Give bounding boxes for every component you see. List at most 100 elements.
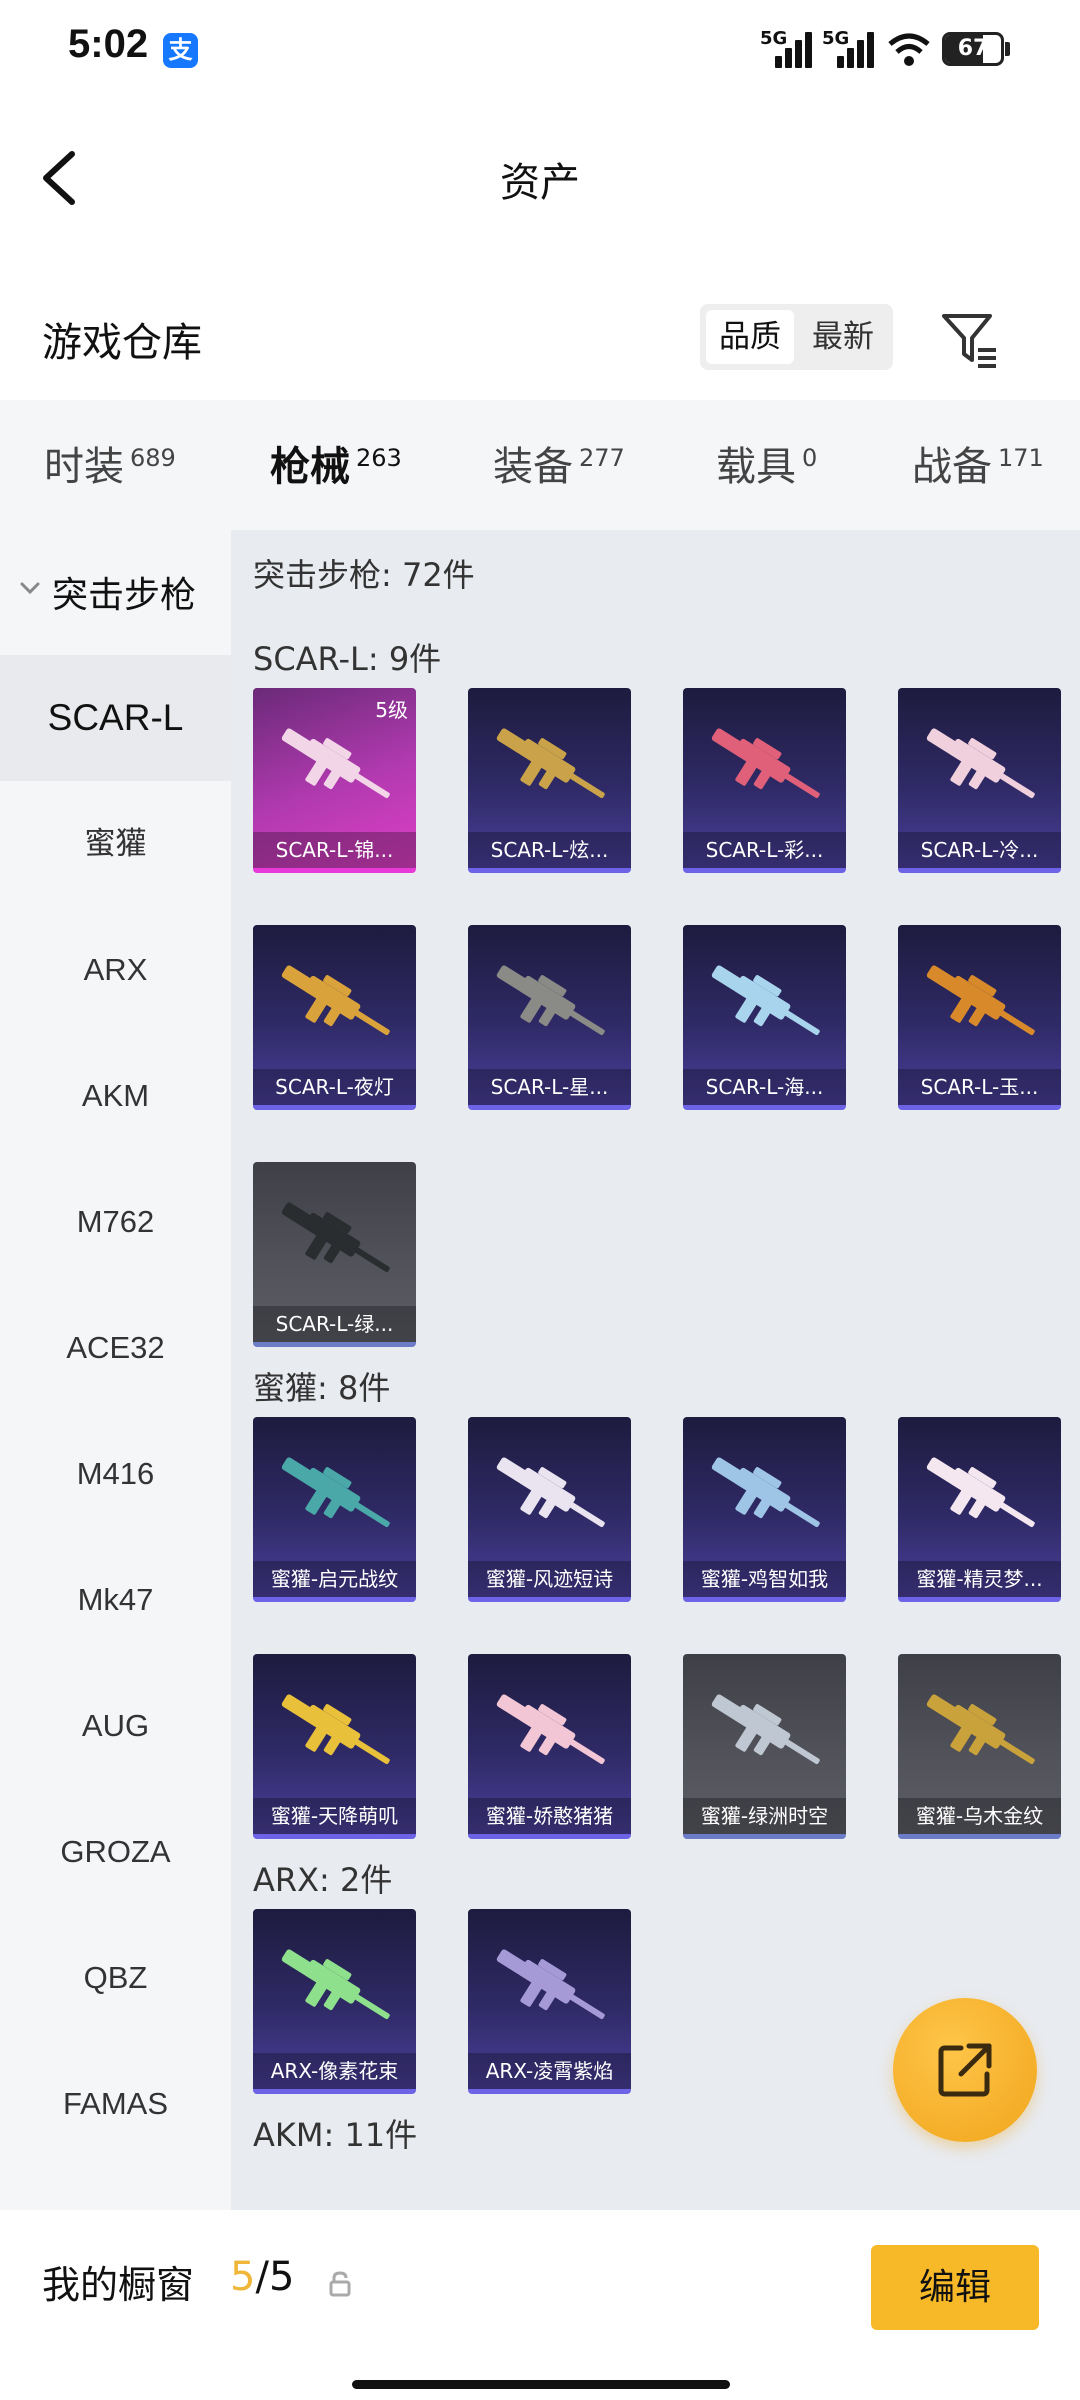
weapon-skin-icon — [926, 728, 1035, 799]
warehouse-header: 游戏仓库 品质 最新 — [0, 290, 1080, 390]
weapon-card[interactable]: 蜜獾-绿洲时空 — [683, 1654, 846, 1839]
weapon-skin-icon — [496, 1457, 605, 1528]
weapon-card[interactable]: SCAR-L-冷... — [898, 688, 1061, 873]
weapon-skin-icon — [281, 728, 390, 799]
weapon-card-label: 蜜獾-风迹短诗 — [468, 1561, 631, 1597]
weapon-skin-icon — [496, 728, 605, 799]
group-header: 蜜獾: 8件 — [253, 1369, 391, 1407]
sidebar-item[interactable]: QBZ — [0, 1915, 231, 2041]
weapon-card[interactable]: ARX-像素花束 — [253, 1909, 416, 2094]
weapon-sidebar: 突击步枪 SCAR-L 蜜獾 ARX AKM M762 ACE32 M416 Mk47 AUG G… — [0, 530, 231, 2210]
wifi-icon — [888, 33, 930, 66]
alipay-icon: 支 — [163, 33, 198, 68]
weapon-card[interactable]: SCAR-L-彩... — [683, 688, 846, 873]
sidebar-item[interactable]: AKM — [0, 1033, 231, 1159]
weapon-card-label: SCAR-L-玉... — [898, 1069, 1061, 1105]
sidebar-item[interactable]: AUG — [0, 1663, 231, 1789]
weapon-card-label: ARX-凌霄紫焰 — [468, 2053, 631, 2089]
showcase-count: 5/5 — [230, 2254, 294, 2300]
weapon-card[interactable]: 蜜獾-乌木金纹 — [898, 1654, 1061, 1839]
weapon-card-label: 蜜獾-鸡智如我 — [683, 1561, 846, 1597]
tab-supplies[interactable]: 战备 171 — [912, 434, 1044, 494]
tab-equipment[interactable]: 装备 277 — [493, 434, 625, 494]
weapon-card[interactable]: 蜜獾-天降萌叽 — [253, 1654, 416, 1839]
sidebar-item[interactable]: ARX — [0, 907, 231, 1033]
weapon-card-label: 蜜獾-绿洲时空 — [683, 1798, 846, 1834]
sidebar-item[interactable]: M762 — [0, 1159, 231, 1285]
filter-icon[interactable] — [940, 310, 1000, 370]
weapon-skin-icon — [926, 1457, 1035, 1528]
sidebar-item[interactable]: 蜜獾 — [0, 781, 231, 907]
sidebar-item[interactable]: ACE32 — [0, 1285, 231, 1411]
weapon-card-label: SCAR-L-炫... — [468, 832, 631, 868]
sidebar-item[interactable]: SCAR-L — [0, 655, 231, 781]
status-time: 5:02 — [68, 22, 149, 66]
weapon-card-label: 蜜獾-启元战纹 — [253, 1561, 416, 1597]
sort-newest-button[interactable]: 最新 — [798, 310, 888, 364]
weapon-skin-icon — [711, 1694, 820, 1765]
weapon-card[interactable]: 蜜獾-精灵梦... — [898, 1417, 1061, 1602]
sidebar-item[interactable]: GROZA — [0, 1789, 231, 1915]
tab-count: 263 — [356, 444, 402, 472]
weapon-card-label: ARX-像素花束 — [253, 2053, 416, 2089]
warehouse-title: 游戏仓库 — [42, 320, 202, 366]
weapon-skin-icon — [711, 1457, 820, 1528]
weapon-skin-icon — [281, 1694, 390, 1765]
edit-button[interactable]: 编辑 — [871, 2245, 1039, 2330]
weapon-card-label: SCAR-L-冷... — [898, 832, 1061, 868]
weapon-card-label: SCAR-L-海... — [683, 1069, 846, 1105]
sidebar-item[interactable]: M416 — [0, 1411, 231, 1537]
tab-label: 装备 — [493, 444, 573, 490]
weapon-card[interactable]: SCAR-L-玉... — [898, 925, 1061, 1110]
weapon-card[interactable]: 蜜獾-风迹短诗 — [468, 1417, 631, 1602]
weapon-skin-icon — [281, 1949, 390, 2020]
weapon-card[interactable]: 蜜獾-娇憨猪猪 — [468, 1654, 631, 1839]
weapon-skin-icon — [281, 965, 390, 1036]
lock-icon — [329, 2271, 351, 2297]
tab-firearms[interactable]: 枪械 263 — [270, 434, 402, 540]
group-header: AKM: 11件 — [253, 2116, 418, 2154]
weapon-card[interactable]: ARX-凌霄紫焰 — [468, 1909, 631, 2094]
category-count-header: 突击步枪: 72件 — [253, 556, 475, 594]
weapon-skin-icon — [711, 728, 820, 799]
tab-vehicles[interactable]: 载具 0 — [716, 434, 817, 494]
weapon-card-label: SCAR-L-星... — [468, 1069, 631, 1105]
weapon-card[interactable]: SCAR-L-星... — [468, 925, 631, 1110]
tab-count: 277 — [579, 444, 625, 472]
sidebar-item[interactable]: FAMAS — [0, 2041, 231, 2167]
weapon-skin-icon — [496, 1949, 605, 2020]
tab-count: 171 — [998, 444, 1044, 472]
battery-percent: 67 — [957, 36, 989, 61]
category-tabs: 时装 689 枪械 263 装备 277 载具 0 战备 171 — [0, 400, 1080, 540]
weapon-card[interactable]: 蜜獾-启元战纹 — [253, 1417, 416, 1602]
group-header: ARX: 2件 — [253, 1861, 393, 1899]
weapon-card-label: 蜜獾-娇憨猪猪 — [468, 1798, 631, 1834]
weapon-card[interactable]: SCAR-L-绿... — [253, 1162, 416, 1347]
sidebar-item[interactable]: Mk47 — [0, 1537, 231, 1663]
weapon-card[interactable]: SCAR-L-海... — [683, 925, 846, 1110]
tab-fashion[interactable]: 时装 689 — [44, 434, 176, 494]
weapon-skin-icon — [496, 1694, 605, 1765]
tab-label: 战备 — [912, 444, 992, 490]
weapon-card[interactable]: 5级 SCAR-L-锦... — [253, 688, 416, 873]
group-header: SCAR-L: 9件 — [253, 640, 442, 678]
weapon-card[interactable]: SCAR-L-炫... — [468, 688, 631, 873]
weapon-card-label: SCAR-L-夜灯 — [253, 1069, 416, 1105]
sidebar-category-header[interactable]: 突击步枪 — [0, 530, 231, 655]
level-badge: 5级 — [375, 698, 408, 722]
weapon-card[interactable]: 蜜獾-鸡智如我 — [683, 1417, 846, 1602]
weapon-card-label: 蜜獾-乌木金纹 — [898, 1798, 1061, 1834]
weapon-skin-icon — [926, 1694, 1035, 1765]
page-title: 资产 — [500, 160, 580, 206]
weapon-card-label: SCAR-L-绿... — [253, 1306, 416, 1342]
sort-toggle: 品质 最新 — [700, 304, 893, 370]
sidebar-category-label: 突击步枪 — [52, 575, 197, 616]
sort-quality-button[interactable]: 品质 — [706, 310, 794, 364]
weapon-grid: 突击步枪: 72件 SCAR-L: 9件 5级 SCAR-L-锦... SCAR-L-炫… — [231, 530, 1080, 2210]
weapon-card-label: SCAR-L-彩... — [683, 832, 846, 868]
weapon-card-label: SCAR-L-锦... — [253, 832, 416, 868]
home-indicator — [352, 2380, 730, 2389]
share-fab[interactable] — [893, 1998, 1037, 2142]
battery-icon: 67 — [942, 32, 1004, 66]
weapon-card[interactable]: SCAR-L-夜灯 — [253, 925, 416, 1110]
